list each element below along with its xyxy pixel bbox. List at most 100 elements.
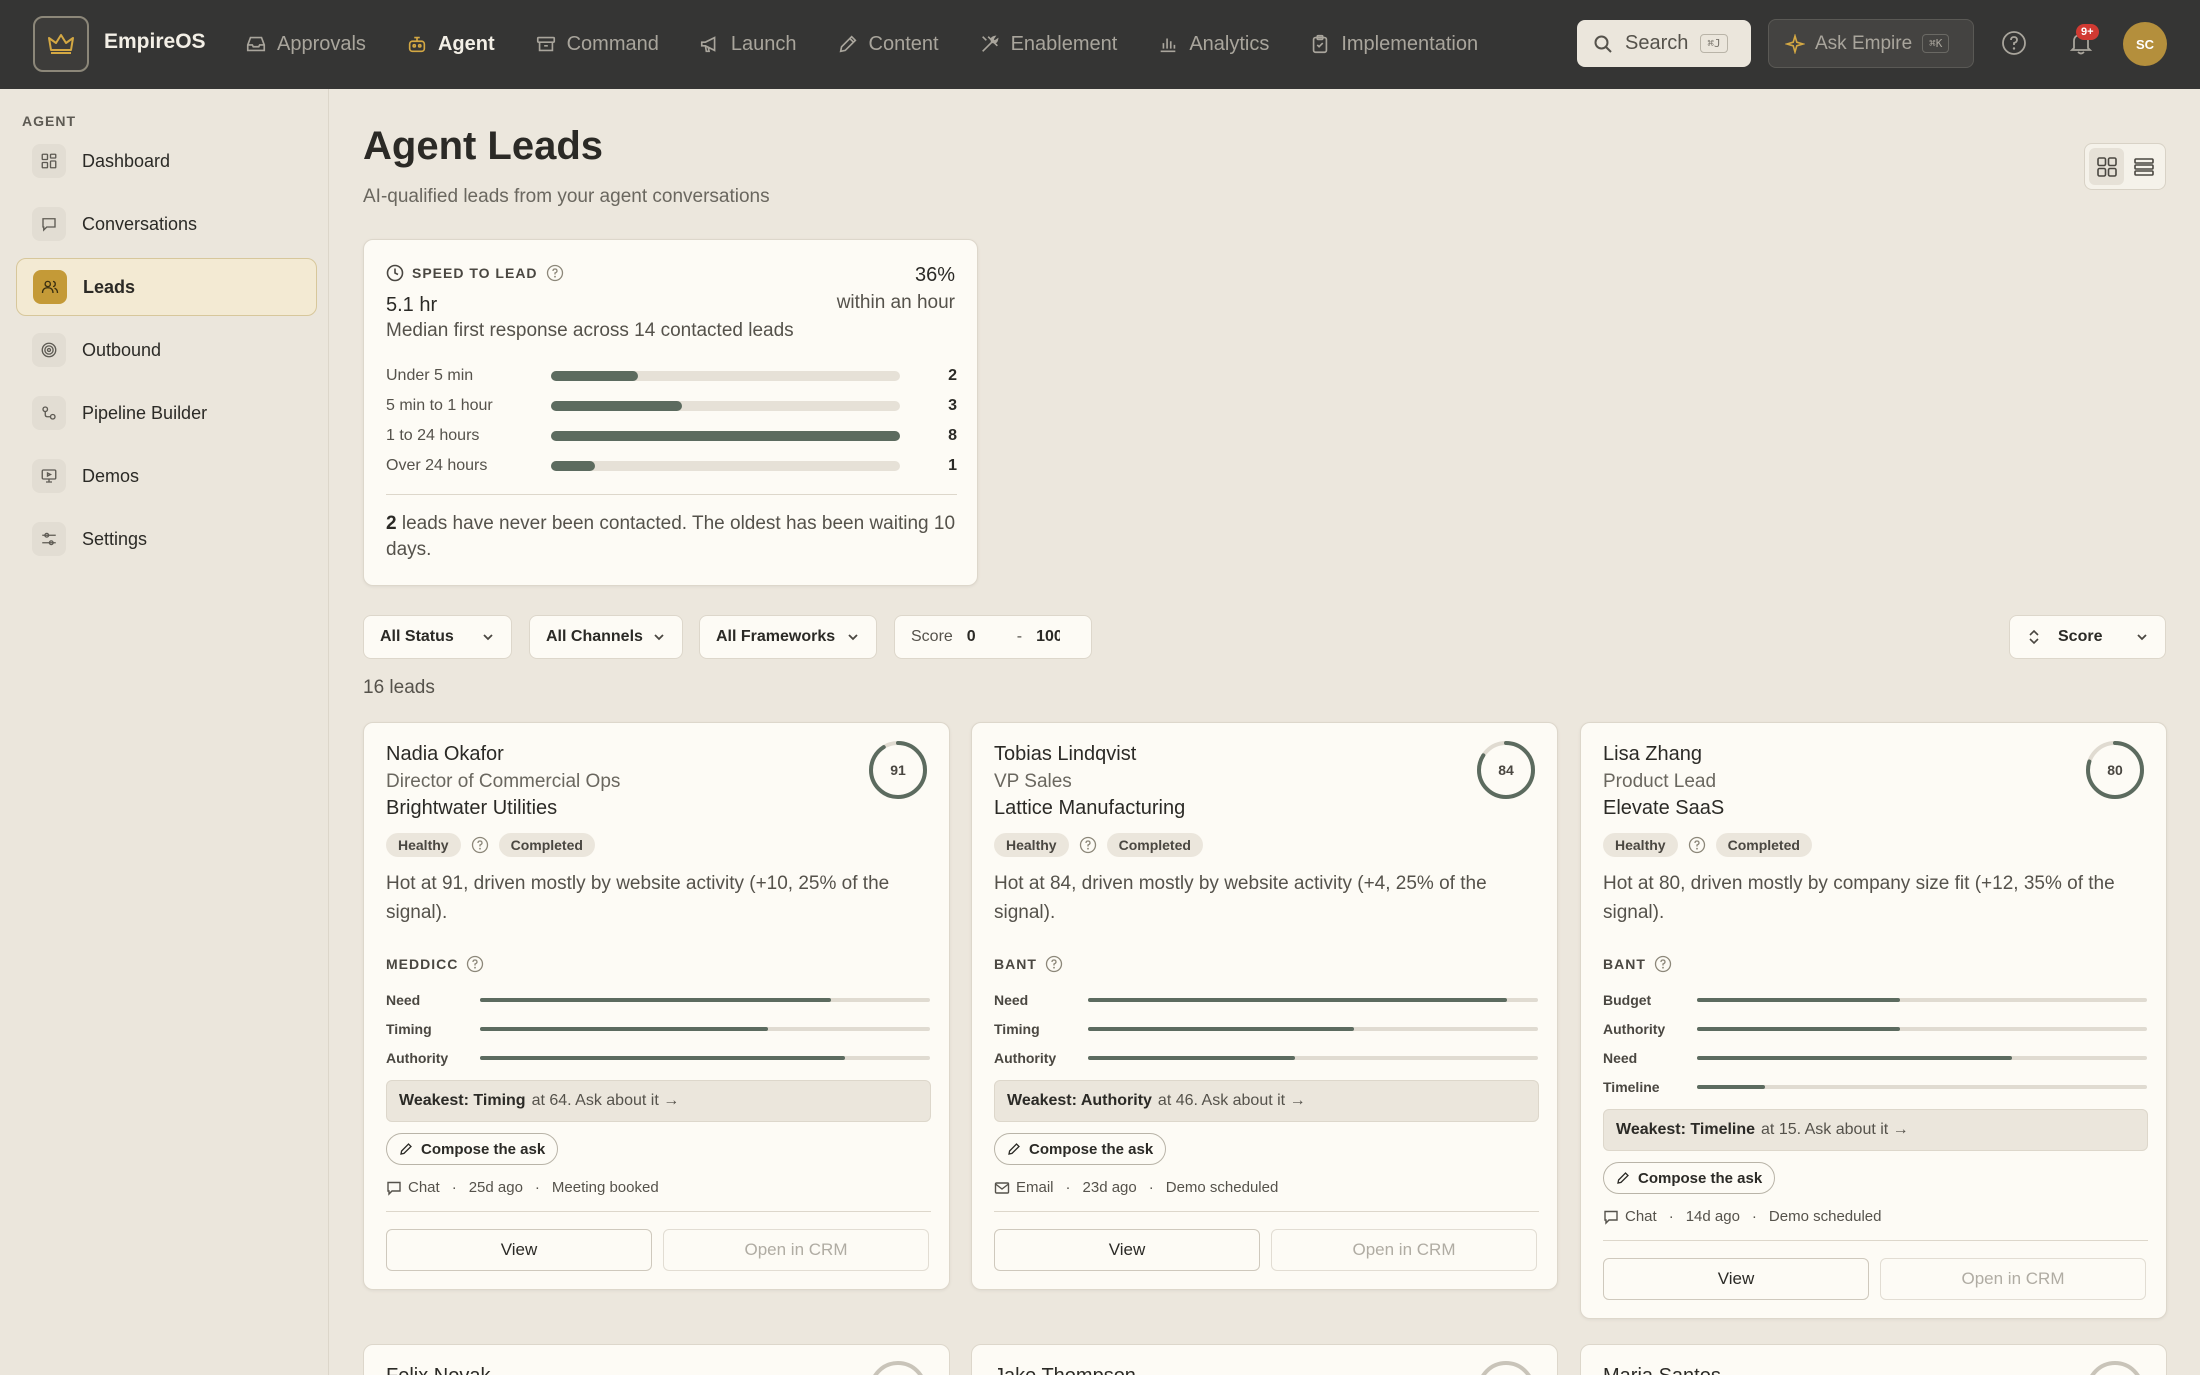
- lead-card[interactable]: Felix Novak: [363, 1344, 950, 1375]
- top-bar: EmpireOS Approvals Agent Command Launch …: [0, 0, 2200, 89]
- qualification-label: Budget: [1603, 992, 1652, 1008]
- qualification-bar-row: Authority: [994, 1049, 1539, 1067]
- qualification-bar: [480, 1027, 768, 1031]
- view-lead-button[interactable]: View: [386, 1229, 652, 1271]
- help-icon[interactable]: [546, 264, 564, 282]
- sidebar-item-settings[interactable]: Settings: [16, 510, 317, 568]
- lead-card[interactable]: Tobias Lindqvist VP Sales Lattice Manufa…: [971, 722, 1558, 1290]
- qualification-label: Timing: [994, 1021, 1040, 1037]
- clipboard-icon: [1313, 34, 1328, 54]
- qualification-track: [1088, 1027, 1538, 1031]
- help-icon[interactable]: [1654, 955, 1672, 973]
- open-in-crm-button[interactable]: Open in CRM: [1880, 1258, 2146, 1300]
- help-icon[interactable]: [2001, 30, 2027, 61]
- mail-icon: [994, 1181, 1010, 1194]
- help-icon[interactable]: [466, 955, 484, 973]
- nav-item-label: Command: [566, 32, 659, 55]
- nav-item-label: Analytics: [1189, 32, 1270, 55]
- lead-summary: Hot at 91, driven mostly by website acti…: [386, 873, 890, 923]
- weakest-signal-label: Weakest: Timing: [399, 1092, 526, 1109]
- sidebar-item-demos[interactable]: Demos: [16, 447, 317, 505]
- response-bucket-track: [551, 401, 900, 411]
- nav-item-implementation[interactable]: Implementation: [1309, 28, 1478, 60]
- nav-item-content[interactable]: Content: [837, 28, 939, 60]
- nav-item-analytics[interactable]: Analytics: [1157, 28, 1269, 60]
- compose-ask-button[interactable]: Compose the ask: [386, 1133, 559, 1165]
- lead-name: Maria Santos: [1603, 1365, 1721, 1375]
- bar-chart-icon: [1160, 38, 1176, 53]
- list-view-icon[interactable]: [2126, 148, 2161, 185]
- sliders-icon: [32, 522, 66, 556]
- open-in-crm-button[interactable]: Open in CRM: [663, 1229, 929, 1271]
- open-in-crm-button[interactable]: Open in CRM: [1271, 1229, 1537, 1271]
- chat-icon: [32, 207, 66, 241]
- nav-item-command[interactable]: Command: [535, 28, 659, 60]
- sidebar-item-label: Leads: [83, 276, 136, 297]
- sort-select[interactable]: Score: [2009, 615, 2166, 659]
- nav-item-launch[interactable]: Launch: [699, 28, 797, 60]
- score-max-input[interactable]: 100: [1036, 628, 1060, 646]
- logo-crown-icon[interactable]: [33, 16, 89, 72]
- inbox-icon: [246, 36, 266, 52]
- lead-card[interactable]: Nadia Okafor Director of Commercial Ops …: [363, 722, 950, 1290]
- score-min-input[interactable]: 0: [967, 628, 1003, 646]
- framework-heading: MEDDICC: [386, 955, 484, 973]
- weakest-signal-callout[interactable]: Weakest: Timeline at 15. Ask about it →: [1603, 1109, 2148, 1151]
- nav-item-label: Agent: [437, 32, 495, 55]
- channels-filter-select[interactable]: All Channels: [529, 615, 683, 659]
- lead-card[interactable]: Jake Thompson: [971, 1344, 1558, 1375]
- meta-separator: ·: [1148, 1179, 1154, 1196]
- help-icon[interactable]: [471, 836, 489, 854]
- chevron-down-icon: [483, 634, 493, 641]
- qualification-track: [480, 1027, 930, 1031]
- response-bucket-count: 8: [948, 427, 957, 444]
- weakest-signal-detail: at 15. Ask about it →: [1761, 1121, 1909, 1138]
- weakest-signal-callout[interactable]: Weakest: Timing at 64. Ask about it →: [386, 1080, 931, 1122]
- framework-label: MEDDICC: [386, 956, 459, 972]
- ask-empire-button[interactable]: Ask Empire ⌘K: [1768, 19, 1974, 68]
- lead-card[interactable]: Lisa Zhang Product Lead Elevate SaaS 80 …: [1580, 722, 2167, 1319]
- uncontacted-leads-note: 2 leads have never been contacted. The o…: [386, 511, 957, 563]
- sidebar-item-pipeline-builder[interactable]: Pipeline Builder: [16, 384, 317, 442]
- speed-to-lead-card: SPEED TO LEAD 5.1 hr Median first respon…: [363, 239, 978, 586]
- response-bucket-bar: [551, 371, 639, 381]
- nav-item-enablement[interactable]: Enablement: [979, 28, 1117, 60]
- nav-item-label: Implementation: [1341, 32, 1479, 55]
- qualification-label: Timing: [386, 1021, 432, 1037]
- sidebar-item-leads[interactable]: Leads: [16, 258, 317, 316]
- framework-heading: BANT: [994, 955, 1063, 973]
- lead-channel: Chat: [408, 1179, 440, 1196]
- nav-item-approvals[interactable]: Approvals: [245, 28, 366, 60]
- help-icon[interactable]: [1045, 955, 1063, 973]
- grid-view-icon[interactable]: [2089, 148, 2124, 185]
- help-icon[interactable]: [1079, 836, 1097, 854]
- divider: [994, 1211, 1539, 1212]
- sidebar-item-label: Demos: [82, 465, 140, 486]
- sidebar-item-dashboard[interactable]: Dashboard: [16, 132, 317, 190]
- user-avatar[interactable]: SC: [2123, 22, 2167, 66]
- pencil-icon: [1008, 1143, 1020, 1155]
- megaphone-icon: [700, 36, 716, 53]
- compose-ask-button[interactable]: Compose the ask: [1603, 1162, 1776, 1194]
- nav-item-agent[interactable]: Agent: [406, 28, 495, 60]
- qualification-bar: [1697, 1056, 2012, 1060]
- frameworks-filter-select[interactable]: All Frameworks: [699, 615, 877, 659]
- search-button[interactable]: Search ⌘J: [1577, 20, 1751, 67]
- compose-ask-button[interactable]: Compose the ask: [994, 1133, 1167, 1165]
- weakest-signal-label: Weakest: Authority: [1007, 1092, 1152, 1109]
- lead-channel: Email: [1016, 1179, 1054, 1196]
- help-icon[interactable]: [1688, 836, 1706, 854]
- view-lead-button[interactable]: View: [994, 1229, 1260, 1271]
- within-hour-percent: 36%: [914, 264, 955, 286]
- lead-card[interactable]: Maria Santos: [1580, 1344, 2167, 1375]
- framework-label: BANT: [994, 956, 1037, 972]
- sidebar-item-conversations[interactable]: Conversations: [16, 195, 317, 253]
- weakest-signal-callout[interactable]: Weakest: Authority at 46. Ask about it →: [994, 1080, 1539, 1122]
- target-icon: [32, 333, 66, 367]
- response-bucket-track: [551, 371, 900, 381]
- view-lead-button[interactable]: View: [1603, 1258, 1869, 1300]
- lead-title: VP Sales: [994, 771, 1072, 792]
- status-filter-select[interactable]: All Status: [363, 615, 512, 659]
- sidebar-item-outbound[interactable]: Outbound: [16, 321, 317, 379]
- qualification-bar-row: Need: [994, 991, 1539, 1009]
